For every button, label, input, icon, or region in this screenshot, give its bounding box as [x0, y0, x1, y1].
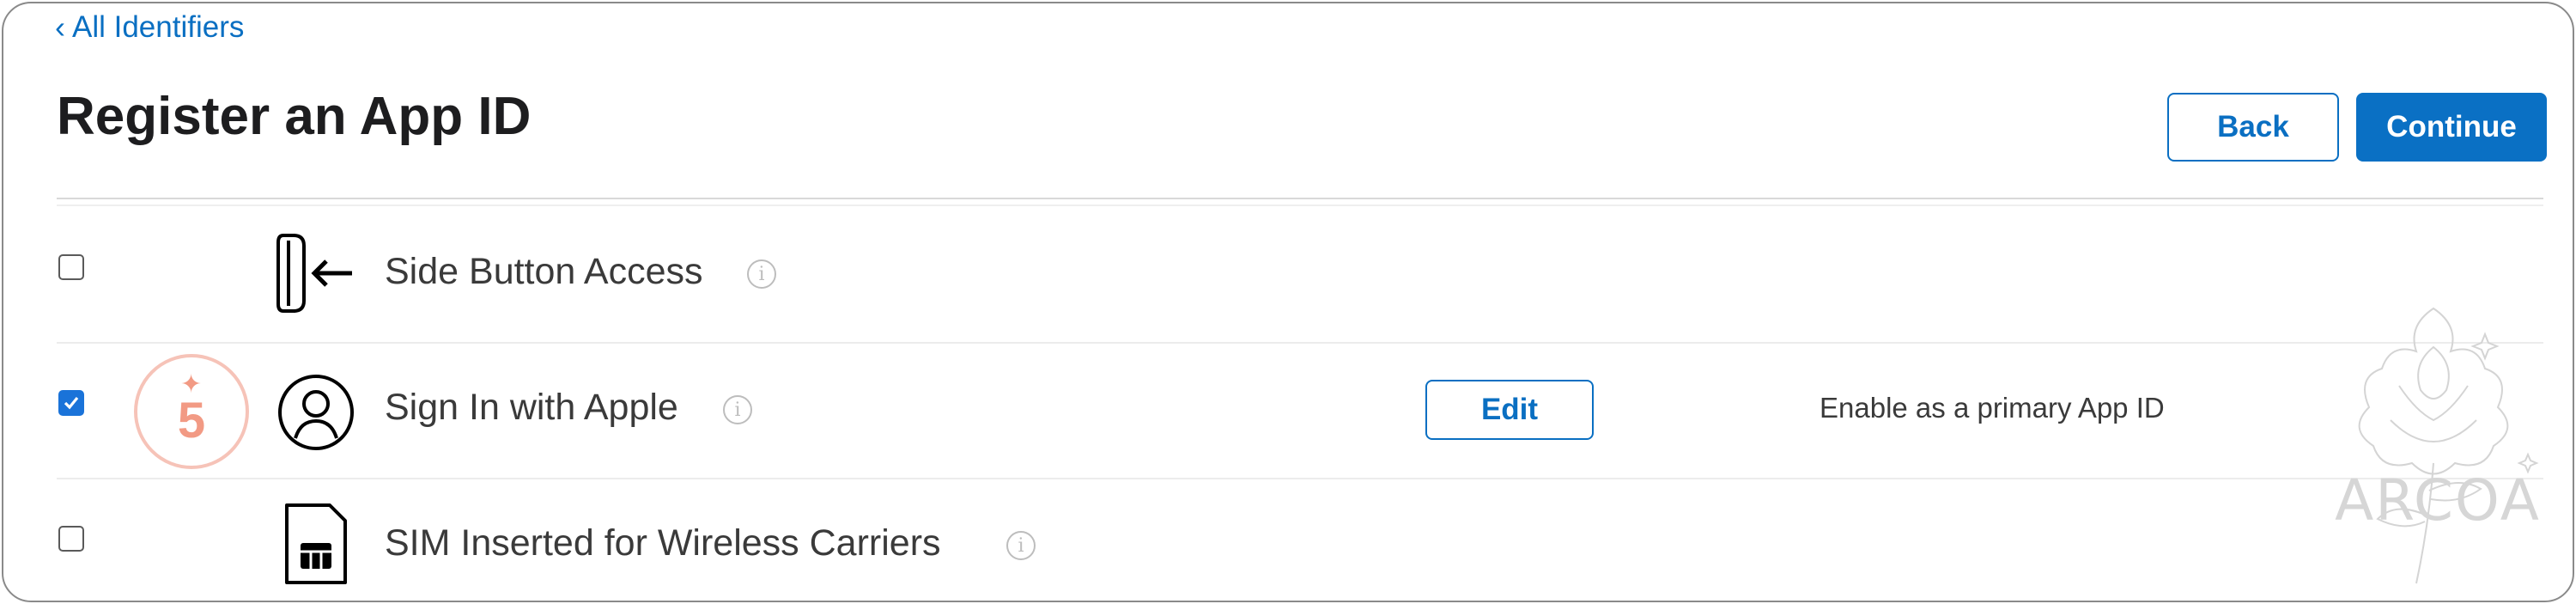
side-button-icon [276, 234, 352, 313]
header-divider-secondary [57, 204, 2543, 206]
step-badge: ✦ 5 [134, 354, 249, 469]
capability-row-sign-in-apple: Sign In with Apple i Edit Enable as a pr… [3, 344, 2573, 473]
edit-button[interactable]: Edit [1425, 380, 1594, 440]
person-circle-icon [278, 375, 354, 450]
info-icon[interactable]: i [1006, 531, 1036, 560]
header-divider [57, 198, 2543, 199]
app-id-panel: ‹ All Identifiers Register an App ID Bac… [2, 2, 2574, 602]
capability-row-side-button: Side Button Access i [3, 208, 2573, 337]
sign-in-apple-checkbox[interactable] [58, 390, 84, 416]
sim-card-icon [285, 503, 347, 584]
info-icon[interactable]: i [747, 259, 776, 289]
peony-flower-icon [2358, 307, 2539, 584]
info-icon[interactable]: i [723, 395, 752, 424]
page-title: Register an App ID [57, 87, 532, 146]
side-button-label: Side Button Access [385, 251, 703, 292]
back-button[interactable]: Back [2167, 93, 2339, 162]
back-link-label: All Identifiers [72, 10, 245, 44]
all-identifiers-link[interactable]: ‹ All Identifiers [55, 10, 244, 45]
checkmark-icon [64, 396, 79, 410]
sim-inserted-label: SIM Inserted for Wireless Carriers [385, 522, 941, 564]
step-number: 5 [177, 393, 206, 448]
side-button-checkbox[interactable] [58, 254, 84, 280]
continue-button[interactable]: Continue [2356, 93, 2547, 162]
primary-app-id-note: Enable as a primary App ID [1820, 392, 2165, 424]
sign-in-apple-label: Sign In with Apple [385, 387, 678, 428]
sim-inserted-checkbox[interactable] [58, 526, 84, 552]
watermark-text: ARCOA [2335, 467, 2541, 534]
capability-row-sim-inserted: SIM Inserted for Wireless Carriers i [3, 479, 2573, 601]
chevron-left-icon: ‹ [55, 9, 65, 45]
